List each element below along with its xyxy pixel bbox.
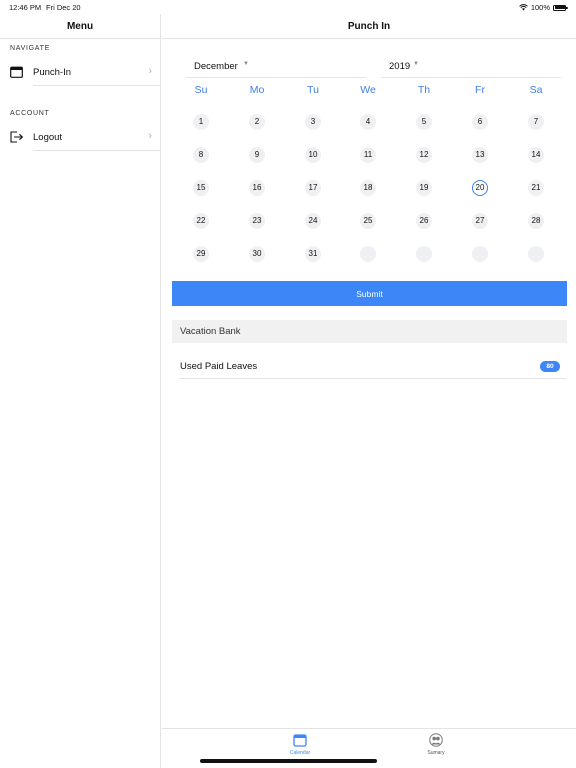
- page-title: Punch In: [162, 14, 576, 39]
- day-cell[interactable]: 31: [305, 246, 321, 262]
- day-cell[interactable]: 14: [528, 147, 544, 163]
- sidebar-title: Menu: [0, 14, 160, 39]
- day-cell[interactable]: 3: [305, 114, 321, 130]
- vacation-bank-header: Vacation Bank: [172, 320, 567, 343]
- day-cell[interactable]: 23: [249, 213, 265, 229]
- battery-percent: 100%: [530, 3, 550, 12]
- section-label-account: ACCOUNT: [10, 110, 50, 117]
- people-icon: [429, 733, 443, 747]
- tab-label: Sumary: [427, 750, 445, 756]
- weekday-label: Mo: [249, 84, 265, 96]
- day-cell[interactable]: 27: [472, 213, 488, 229]
- day-cell[interactable]: 4: [360, 114, 376, 130]
- tab-summary[interactable]: Sumary: [406, 733, 466, 756]
- used-paid-leaves-label: Used Paid Leaves: [180, 361, 258, 372]
- caret-down-icon: ▼: [413, 61, 419, 67]
- status-time: 12:46 PM: [9, 3, 42, 12]
- day-cell[interactable]: 18: [360, 180, 376, 196]
- day-cell[interactable]: 28: [528, 213, 544, 229]
- year-select-value: 2019: [389, 61, 411, 72]
- year-select[interactable]: 2019 ▼: [381, 57, 561, 78]
- calendar-icon: [10, 66, 23, 78]
- tab-calendar[interactable]: Calendar: [270, 733, 330, 756]
- day-cell[interactable]: 22: [193, 213, 209, 229]
- day-cell[interactable]: 21: [528, 180, 544, 196]
- day-cell[interactable]: 17: [305, 180, 321, 196]
- sidebar-item-label: Logout: [33, 132, 63, 143]
- logout-icon: [10, 131, 23, 143]
- day-cell[interactable]: 9: [249, 147, 265, 163]
- day-cell[interactable]: 7: [528, 114, 544, 130]
- day-empty: [416, 246, 432, 262]
- day-cell[interactable]: 25: [360, 213, 376, 229]
- chevron-right-icon: ›: [148, 130, 152, 142]
- day-cell[interactable]: 16: [249, 180, 265, 196]
- sidebar-item-label: Punch-In: [33, 67, 72, 78]
- section-label-navigate: NAVIGATE: [10, 45, 50, 52]
- day-empty: [472, 246, 488, 262]
- day-cell[interactable]: 13: [472, 147, 488, 163]
- submit-button[interactable]: Submit: [172, 281, 567, 306]
- day-cell[interactable]: 6: [472, 114, 488, 130]
- wifi-icon: [518, 4, 528, 11]
- status-indicators: 100%: [518, 3, 568, 12]
- status-date: Fri Dec 20: [46, 3, 81, 12]
- weekday-label: Su: [194, 84, 208, 96]
- day-cell[interactable]: 26: [416, 213, 432, 229]
- day-cell[interactable]: 19: [416, 180, 432, 196]
- used-paid-leaves-row[interactable]: Used Paid Leaves 80: [180, 356, 566, 379]
- weekday-label: Fr: [475, 84, 485, 96]
- month-select[interactable]: December ▼: [186, 57, 366, 78]
- chevron-right-icon: ›: [148, 65, 152, 77]
- weekday-label: Tu: [307, 84, 319, 96]
- divider: [33, 150, 161, 151]
- status-bar: 12:46 PM Fri Dec 20 100%: [0, 0, 576, 14]
- sidebar-item-logout[interactable]: Logout ›: [0, 124, 161, 151]
- day-cell[interactable]: 10: [305, 147, 321, 163]
- day-selected[interactable]: 20: [472, 180, 488, 196]
- day-cell[interactable]: 24: [305, 213, 321, 229]
- tab-label: Calendar: [289, 750, 311, 756]
- battery-icon: [553, 4, 568, 11]
- day-cell[interactable]: 29: [193, 246, 209, 262]
- home-indicator: [200, 759, 377, 763]
- day-empty: [360, 246, 376, 262]
- day-empty: [528, 246, 544, 262]
- count-badge: 80: [540, 361, 560, 372]
- day-cell[interactable]: 11: [360, 147, 376, 163]
- sidebar-item-punch-in[interactable]: Punch-In ›: [0, 59, 161, 86]
- day-cell[interactable]: 2: [249, 114, 265, 130]
- weekday-label: Th: [417, 84, 431, 96]
- day-cell[interactable]: 15: [193, 180, 209, 196]
- sidebar: Menu NAVIGATE Punch-In › ACCOUNT Logout …: [0, 14, 161, 768]
- day-cell[interactable]: 1: [193, 114, 209, 130]
- day-cell[interactable]: 5: [416, 114, 432, 130]
- weekday-label: We: [360, 84, 376, 96]
- day-cell[interactable]: 8: [193, 147, 209, 163]
- weekday-label: Sa: [529, 84, 543, 96]
- month-select-value: December: [194, 61, 238, 72]
- main-content: Punch In December ▼ 2019 ▼ Su Mo Tu We Th Fr S…: [162, 14, 576, 768]
- day-cell[interactable]: 12: [416, 147, 432, 163]
- day-cell[interactable]: 30: [249, 246, 265, 262]
- calendar-icon: [293, 734, 307, 747]
- divider: [33, 85, 161, 86]
- caret-down-icon: ▼: [243, 61, 249, 67]
